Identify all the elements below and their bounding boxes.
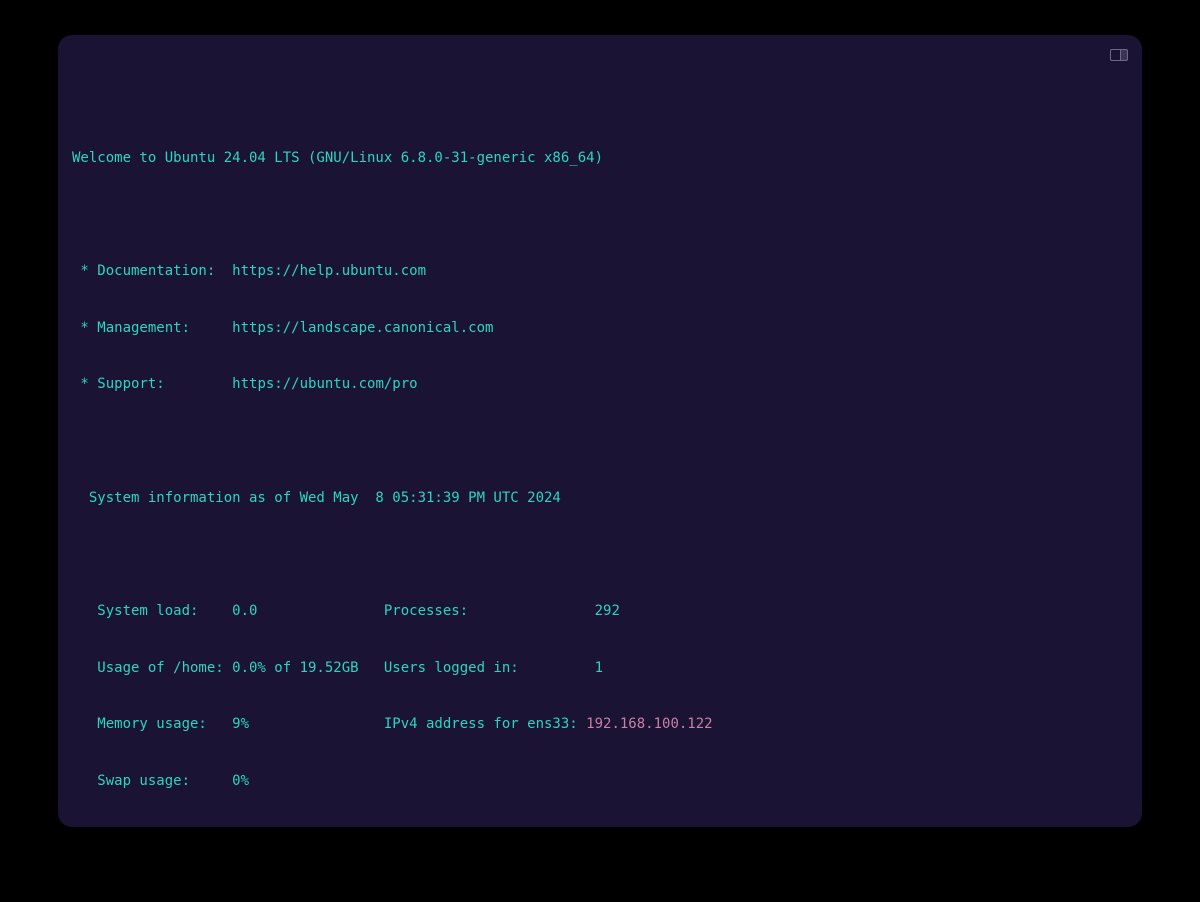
blank [72, 205, 1128, 224]
terminal-window[interactable]: Welcome to Ubuntu 24.04 LTS (GNU/Linux 6… [58, 35, 1142, 827]
sysinfo-row1: System load: 0.0 Processes: 292 [72, 602, 1128, 621]
sysinfo-header: System information as of Wed May 8 05:31… [72, 489, 1128, 508]
blank [72, 545, 1128, 564]
blank [72, 432, 1128, 451]
motd-mgmt: * Management: https://landscape.canonica… [72, 319, 1128, 338]
motd-support: * Support: https://ubuntu.com/pro [72, 375, 1128, 394]
sysinfo-row4: Swap usage: 0% [72, 772, 1128, 791]
sysinfo-row3: Memory usage: 9% IPv4 address for ens33:… [72, 715, 1128, 734]
sysinfo-row2: Usage of /home: 0.0% of 19.52GB Users lo… [72, 659, 1128, 678]
motd-welcome: Welcome to Ubuntu 24.04 LTS (GNU/Linux 6… [72, 149, 1128, 168]
motd-doc: * Documentation: https://help.ubuntu.com [72, 262, 1128, 281]
ip-address: 192.168.100.122 [586, 716, 712, 732]
split-pane-icon[interactable] [1110, 49, 1128, 61]
